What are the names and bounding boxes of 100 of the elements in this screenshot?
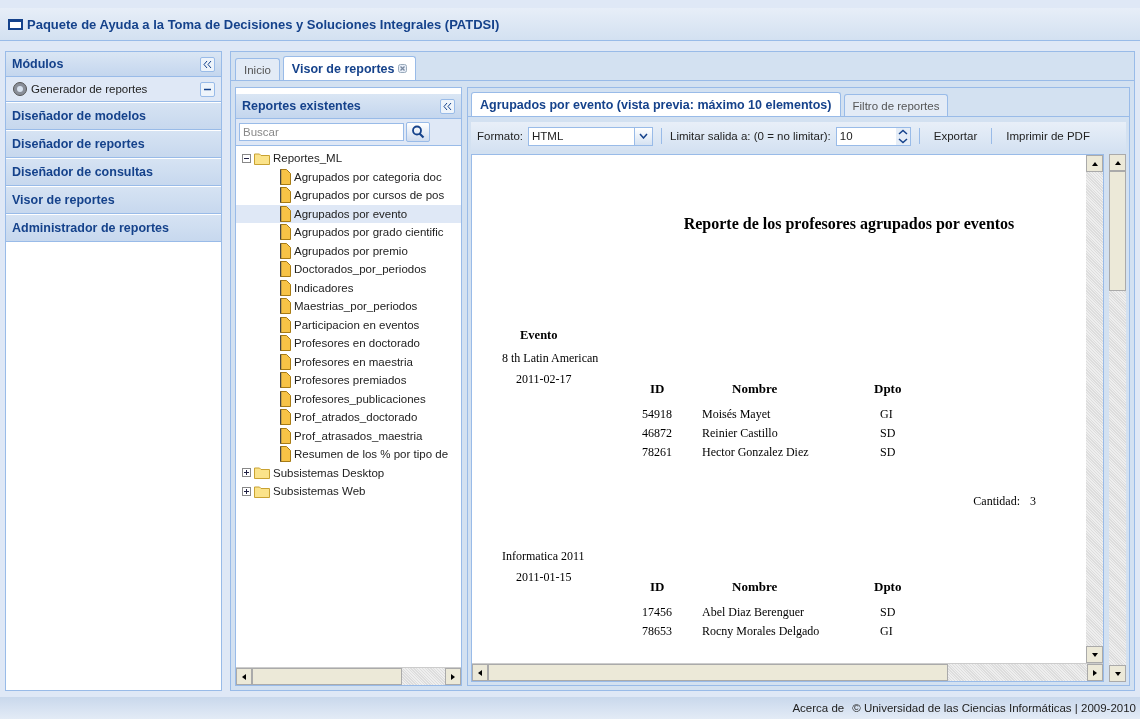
about-link[interactable]: Acerca de	[792, 702, 845, 714]
table-cell-text: 78261	[642, 445, 673, 460]
table-cell-text: Hector Gonzalez Diez	[702, 445, 810, 460]
total-value: 3	[1030, 494, 1036, 509]
table-cell-text: Abel Diaz Berenguer	[702, 605, 805, 620]
plus-icon[interactable]	[242, 468, 251, 478]
toolbar-button[interactable]: Exportar	[927, 128, 984, 144]
module-header[interactable]: Visor de reportes	[6, 186, 221, 214]
scrollbar-thumb[interactable]	[488, 664, 948, 681]
format-dropdown[interactable]: HTML	[528, 126, 653, 146]
spinner-icon[interactable]	[895, 127, 910, 145]
scrollbar[interactable]	[1086, 155, 1103, 663]
table-cell-text: Rocny Morales Delgado	[702, 624, 821, 639]
document-icon	[280, 187, 291, 204]
search-button[interactable]	[406, 122, 430, 142]
panel-title: Módulos	[12, 57, 64, 71]
document-icon	[280, 372, 291, 389]
module-header[interactable]: Diseñador de modelos	[6, 102, 221, 130]
gear-icon	[12, 81, 28, 97]
table-cell-text: SD	[879, 426, 897, 441]
tree-item[interactable]: Profesores en doctorado	[236, 334, 461, 353]
close-icon[interactable]	[398, 64, 408, 73]
tree-item[interactable]: Agrupados por grado cientific	[236, 223, 461, 242]
tree-item[interactable]: Participacion en eventos	[236, 315, 461, 334]
scrollbar-thumb[interactable]	[1109, 171, 1126, 291]
panel-title: Reportes existentes	[242, 99, 361, 113]
module-header[interactable]: Administrador de reportes	[6, 214, 221, 242]
tree-folder[interactable]: Reportes_ML	[242, 149, 461, 168]
document-icon	[280, 446, 291, 463]
folder-icon	[254, 484, 270, 498]
module-header[interactable]: Diseñador de reportes	[6, 130, 221, 158]
tree-folder[interactable]: Subsistemas Web	[242, 482, 461, 501]
limit-field[interactable]: 10	[835, 126, 911, 146]
tree-item[interactable]: Agrupados por premio	[236, 241, 461, 260]
table-cell-text: SD	[879, 445, 897, 460]
column-header: ID	[649, 381, 666, 398]
scrollbar[interactable]	[472, 663, 1103, 681]
report-title: Reporte de los profesores agrupados por eventos	[682, 215, 1016, 233]
document-icon	[280, 205, 291, 222]
field-label: Formato:	[477, 130, 523, 142]
tree-item[interactable]: Profesores en maestria	[236, 352, 461, 371]
copyright-text: © Universidad de las Ciencias Informáticas | 2009-2010	[852, 702, 1136, 714]
table-cell-text: Reinier Castillo	[702, 426, 779, 441]
document-icon	[280, 242, 291, 259]
tab[interactable]: Agrupados por evento (vista previa: máximo 10 elementos)	[471, 92, 841, 116]
document-icon	[280, 316, 291, 333]
tree-item[interactable]: Maestrias_por_periodos	[236, 297, 461, 316]
scrollbar[interactable]	[1109, 154, 1126, 682]
folder-icon	[254, 466, 270, 480]
chevron-down-icon	[639, 133, 648, 139]
event-name: 8 th Latin American	[502, 351, 600, 366]
plus-icon[interactable]	[242, 486, 251, 496]
tab[interactable]: Filtro de reportes	[843, 94, 949, 116]
scrollbar-thumb[interactable]	[252, 668, 402, 685]
column-header: Nombre	[731, 579, 779, 596]
tree-item[interactable]: Agrupados por evento	[236, 204, 461, 223]
tree-item[interactable]: Resumen de los % por tipo de	[236, 445, 461, 464]
tree-item[interactable]: Profesores_publicaciones	[236, 389, 461, 408]
column-header: Dpto	[873, 579, 903, 596]
document-icon	[280, 279, 291, 296]
event-date: 2011-01-15	[515, 570, 573, 585]
column-header: ID	[649, 579, 666, 596]
collapse-icon[interactable]	[200, 56, 215, 72]
tree-item[interactable]: Doctorados_por_periodos	[236, 260, 461, 279]
table-cell-text: 46872	[642, 426, 673, 441]
tree-item[interactable]: Agrupados por categoria doc	[236, 167, 461, 186]
document-icon	[280, 353, 291, 370]
total-label: Cantidad:	[973, 494, 1020, 509]
module-item[interactable]: Generador de reportes	[6, 77, 221, 102]
document-icon	[280, 261, 291, 278]
minus-icon[interactable]	[200, 81, 215, 97]
tree-item[interactable]: Indicadores	[236, 278, 461, 297]
tree-item[interactable]: Prof_atrasados_maestria	[236, 426, 461, 445]
search-icon	[411, 125, 425, 139]
toolbar-button[interactable]: Imprimir de PDF	[1000, 128, 1096, 144]
search-field[interactable]: Buscar	[239, 123, 404, 141]
tree-item[interactable]: Profesores premiados	[236, 371, 461, 390]
field-label: Limitar salida a: (0 = no limitar):	[670, 130, 831, 142]
table-cell-text: 78653	[642, 624, 673, 639]
event-name: Informatica 2011	[502, 549, 586, 564]
document-icon	[280, 224, 291, 241]
tree-folder[interactable]: Subsistemas Desktop	[242, 463, 461, 482]
document-icon	[280, 298, 291, 315]
table-cell-text: 17456	[642, 605, 673, 620]
document-icon	[280, 390, 291, 407]
event-date: 2011-02-17	[515, 372, 573, 387]
tree-item[interactable]: Agrupados por cursos de pos	[236, 186, 461, 205]
collapse-icon[interactable]	[440, 98, 455, 114]
window-title: Paquete de Ayuda a la Toma de Decisiones y Soluciones Integrales (PATDSI)	[27, 16, 500, 32]
minus-icon[interactable]	[242, 153, 251, 163]
folder-icon	[254, 151, 270, 165]
module-header[interactable]: Diseñador de consultas	[6, 158, 221, 186]
tab[interactable]: Visor de reportes	[282, 56, 417, 80]
tree-item[interactable]: Prof_atrados_doctorado	[236, 408, 461, 427]
document-icon	[280, 168, 291, 185]
scrollbar[interactable]	[236, 667, 461, 685]
table-cell-text: SD	[879, 605, 897, 620]
table-cell-text: GI	[879, 624, 894, 639]
document-icon	[280, 427, 291, 444]
tab[interactable]: Inicio	[235, 58, 280, 80]
